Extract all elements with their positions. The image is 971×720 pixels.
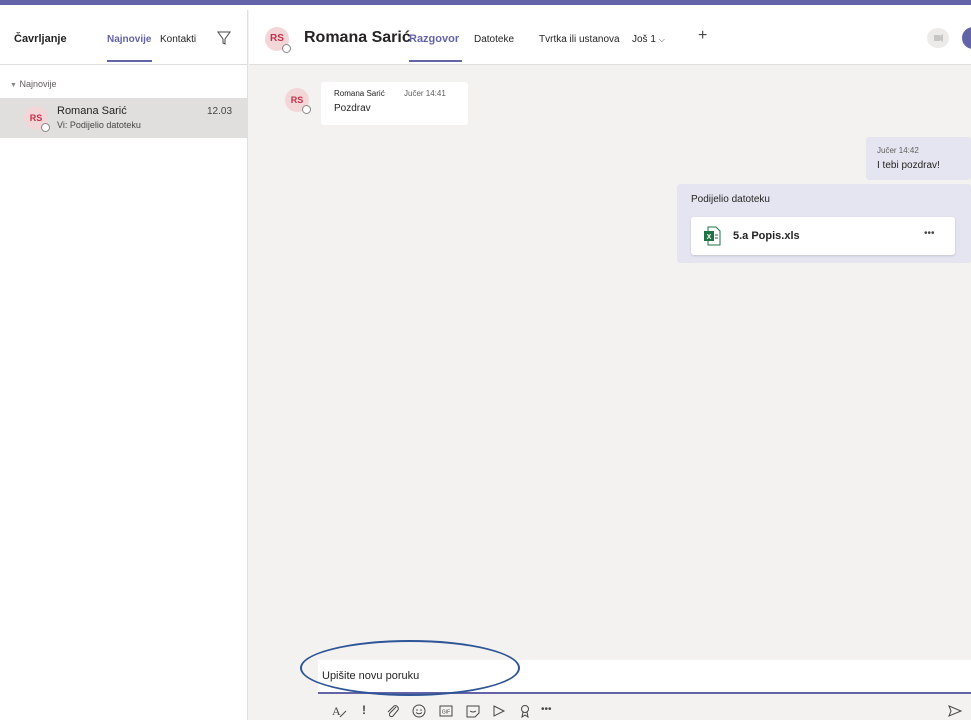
message-composer	[318, 660, 971, 694]
important-icon[interactable]: !	[362, 703, 366, 717]
praise-icon[interactable]	[517, 703, 533, 719]
chat-title: Čavrljanje	[14, 33, 67, 45]
tab-conversation-underline	[409, 60, 462, 62]
chat-item-time: 12.03	[207, 106, 233, 117]
presence-icon	[302, 105, 311, 114]
presence-icon	[282, 44, 291, 53]
tab-conversation[interactable]: Razgovor	[409, 33, 459, 45]
file-more-button[interactable]: •••	[924, 228, 935, 239]
meet-now-icon[interactable]	[491, 703, 507, 719]
tab-recent[interactable]: Najnovije	[107, 34, 151, 45]
conversation-title: Romana Sarić	[304, 29, 411, 46]
incoming-message[interactable]: Romana Sarić Jučer 14:41 Pozdrav	[321, 82, 468, 125]
message-text: I tebi pozdrav!	[877, 160, 940, 171]
tab-files[interactable]: Datoteke	[474, 34, 514, 45]
emoji-icon[interactable]	[411, 703, 427, 719]
tab-contacts[interactable]: Kontakti	[160, 34, 196, 45]
tab-more-label: Još 1	[632, 34, 656, 45]
message-input[interactable]	[318, 660, 971, 692]
message-time: Jučer 14:42	[877, 146, 919, 155]
chevron-down-icon: ▼	[10, 82, 17, 89]
file-card[interactable]: X 5.a Popis.xls •••	[691, 217, 955, 255]
video-camera-icon	[934, 34, 943, 42]
svg-text:A: A	[332, 704, 341, 718]
add-tab-button[interactable]: +	[698, 27, 707, 45]
chat-list-item[interactable]: RS Romana Sarić Vi: Podijelio datoteku 1…	[0, 98, 247, 138]
excel-file-icon: X	[704, 226, 721, 246]
user-avatar[interactable]	[962, 27, 971, 49]
message-author: Romana Sarić	[334, 89, 385, 98]
chat-item-preview: Vi: Podijelio datoteku	[57, 120, 141, 130]
section-label-text: Najnovije	[19, 79, 57, 89]
chat-list-header: Čavrljanje Najnovije Kontakti	[0, 10, 247, 65]
message-time: Jučer 14:41	[404, 89, 446, 98]
video-call-button[interactable]	[927, 28, 949, 48]
recent-section-label[interactable]: ▼ Najnovije	[10, 79, 56, 89]
attach-icon[interactable]	[385, 703, 401, 719]
sticker-icon[interactable]	[465, 703, 481, 719]
svg-text:X: X	[707, 234, 712, 241]
presence-icon	[41, 123, 50, 132]
chevron-down-icon: ⌵	[658, 35, 665, 44]
more-options-icon[interactable]: •••	[541, 704, 552, 715]
tab-recent-underline	[107, 60, 152, 62]
gif-icon[interactable]: GIF	[438, 703, 454, 719]
outgoing-message[interactable]: Jučer 14:42 I tebi pozdrav!	[866, 137, 971, 180]
filter-icon[interactable]	[217, 30, 231, 46]
format-icon[interactable]: A	[331, 703, 347, 719]
svg-text:GIF: GIF	[442, 710, 450, 716]
tab-more[interactable]: Još 1 ⌵	[632, 34, 665, 45]
conversation-pane: RS Romana Sarić Razgovor Datoteke Tvrtka…	[249, 10, 971, 720]
chat-item-name: Romana Sarić	[57, 105, 127, 117]
tab-organization[interactable]: Tvrtka ili ustanova	[539, 34, 620, 45]
chat-list-pane: Čavrljanje Najnovije Kontakti ▼ Najnovij…	[0, 10, 248, 720]
message-text: Pozdrav	[334, 103, 371, 114]
file-name[interactable]: 5.a Popis.xls	[733, 230, 800, 242]
conversation-header: RS Romana Sarić Razgovor Datoteke Tvrtka…	[249, 10, 971, 65]
send-icon[interactable]	[947, 703, 963, 719]
file-share-label: Podijelio datoteku	[691, 194, 770, 205]
